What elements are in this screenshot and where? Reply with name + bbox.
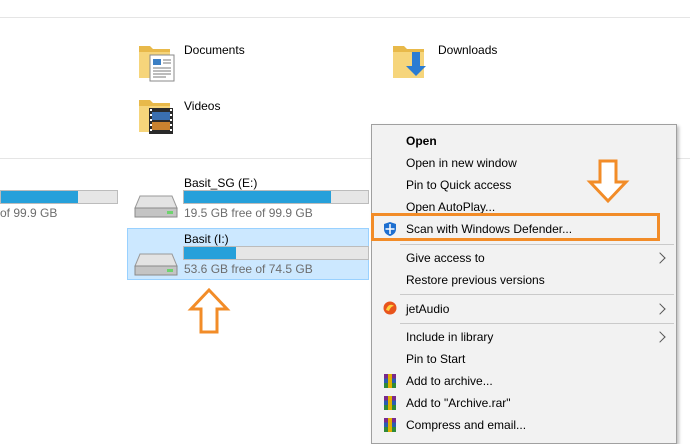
- winrar-icon: [384, 418, 396, 432]
- drive-usage-bar: [183, 190, 369, 204]
- downloads-folder-icon: [393, 46, 426, 78]
- menu-item-open[interactable]: Open: [406, 134, 437, 148]
- folder-videos[interactable]: Videos: [136, 94, 256, 138]
- annotation-up-arrow-icon: [187, 287, 231, 334]
- menu-item-jetaudio[interactable]: jetAudio: [406, 302, 449, 316]
- menu-item-pin-quick-access[interactable]: Pin to Quick access: [406, 178, 511, 192]
- menu-item-restore-versions[interactable]: Restore previous versions: [406, 273, 545, 287]
- folder-downloads[interactable]: Downloads: [390, 38, 510, 82]
- context-menu: Open Open in new window Pin to Quick acc…: [371, 124, 677, 444]
- top-divider: [0, 17, 690, 18]
- menu-item-add-archive[interactable]: Add to archive...: [406, 374, 493, 388]
- chevron-right-icon: [654, 303, 666, 315]
- menu-item-open-autoplay[interactable]: Open AutoPlay...: [406, 200, 495, 214]
- menu-separator: [400, 244, 674, 245]
- menu-item-open-new-window[interactable]: Open in new window: [406, 156, 517, 170]
- hard-drive-icon: [134, 195, 178, 218]
- drive-free-space: of 99.9 GB: [0, 206, 58, 220]
- drive-partial[interactable]: of 99.9 GB: [0, 190, 120, 224]
- folder-label: Videos: [184, 99, 221, 113]
- menu-separator: [400, 323, 674, 324]
- winrar-icon: [384, 396, 396, 410]
- documents-folder-icon: [139, 46, 175, 82]
- jetaudio-icon: [383, 301, 397, 315]
- drive-name: Basit_SG (E:): [184, 176, 258, 190]
- annotation-highlight-box: [371, 213, 660, 241]
- menu-item-add-archive-rar[interactable]: Add to "Archive.rar": [406, 396, 511, 410]
- menu-item-pin-start[interactable]: Pin to Start: [406, 352, 465, 366]
- drive-name: Basit (I:): [184, 232, 229, 246]
- folder-documents[interactable]: Documents: [136, 38, 256, 82]
- hard-drive-icon: [134, 253, 178, 276]
- menu-item-compress-email[interactable]: Compress and email...: [406, 418, 526, 432]
- drive-basit-i[interactable]: Basit (I:) 53.6 GB free of 74.5 GB: [130, 228, 370, 280]
- drive-basit-sg-e[interactable]: Basit_SG (E:) 19.5 GB free of 99.9 GB: [130, 172, 370, 224]
- drive-free-space: 19.5 GB free of 99.9 GB: [184, 206, 313, 220]
- drive-usage-bar: [0, 190, 118, 204]
- menu-item-include-library[interactable]: Include in library: [406, 330, 493, 344]
- folder-label: Documents: [184, 43, 245, 57]
- drive-usage-bar: [183, 246, 369, 260]
- menu-item-give-access[interactable]: Give access to: [406, 251, 485, 265]
- folder-label: Downloads: [438, 43, 498, 57]
- winrar-icon: [384, 374, 396, 388]
- chevron-right-icon: [654, 252, 666, 264]
- drive-free-space: 53.6 GB free of 74.5 GB: [184, 262, 313, 276]
- chevron-right-icon: [654, 331, 666, 343]
- menu-separator: [400, 294, 674, 295]
- videos-folder-icon: [139, 100, 173, 134]
- annotation-down-arrow-icon: [586, 159, 630, 204]
